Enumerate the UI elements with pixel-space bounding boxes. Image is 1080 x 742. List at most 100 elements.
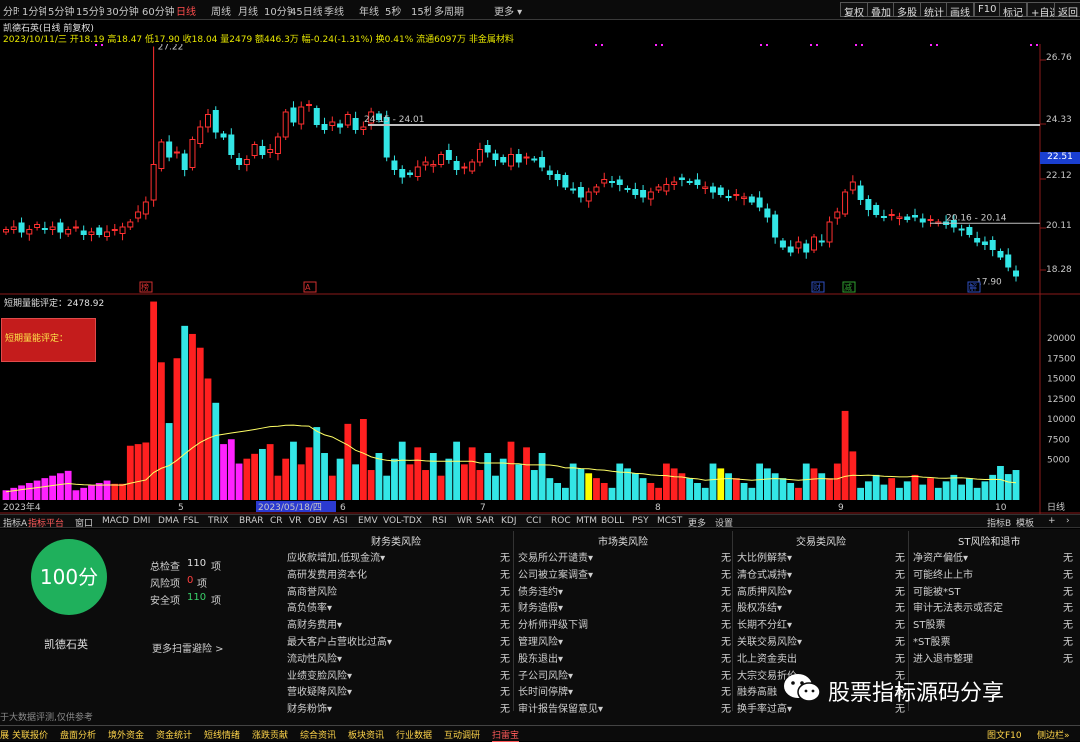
bottom-tab-11[interactable]: 扫雷宝 xyxy=(492,728,520,742)
bottom-tab-4[interactable]: 资金统计 xyxy=(156,728,192,741)
indicator-tab-24[interactable]: MCST xyxy=(657,516,682,526)
risk-item[interactable]: 交易所公开谴责▾ xyxy=(518,549,593,564)
indicator-tab-12[interactable]: ASI xyxy=(333,516,348,526)
timeframe-13[interactable]: 5秒 xyxy=(385,3,405,18)
timeframe-8[interactable]: 月线 xyxy=(238,3,262,18)
bottom-tab-8[interactable]: 板块资讯 xyxy=(348,728,384,741)
toolbar-btn-0[interactable]: 复权 xyxy=(840,2,868,19)
risk-item[interactable]: 分析师评级下调 xyxy=(518,616,588,631)
risk-item[interactable]: 债务违约▾ xyxy=(518,583,563,598)
indicator-tab-23[interactable]: PSY xyxy=(632,516,649,526)
bottom-tab-10[interactable]: 互动调研 xyxy=(444,728,480,741)
indicator-tab-16[interactable]: WR xyxy=(457,516,472,526)
timeframe-15[interactable]: 多周期 xyxy=(434,3,464,18)
indicator-tab-15[interactable]: RSI xyxy=(432,516,447,526)
kline-chart[interactable]: 27.2224.15 - 24.0120.16 - 20.1417.90榜 A 财减… xyxy=(0,44,1080,514)
timeframe-10[interactable]: 45日线 xyxy=(290,3,322,18)
risk-item[interactable]: 进入退市整理 xyxy=(913,650,973,665)
risk-item[interactable]: 财务造假▾ xyxy=(518,599,563,614)
toolbar-btn-4[interactable]: 画线 xyxy=(946,2,974,19)
timeframe-4[interactable]: 30分钟 xyxy=(106,3,140,18)
timeframe-9[interactable]: 10分钟 xyxy=(264,3,292,18)
more-scan-link[interactable]: 更多扫雷避险 > xyxy=(152,640,224,655)
tab-scroll-right-icon[interactable]: › xyxy=(1066,516,1070,526)
tab-add-icon[interactable]: + xyxy=(1048,516,1056,526)
indicator-tab-2[interactable]: 窗口 xyxy=(75,516,93,529)
risk-item[interactable]: 高负债率▾ xyxy=(287,599,332,614)
indicator-tab-17[interactable]: SAR xyxy=(476,516,494,526)
indicator-tab-0[interactable]: 指标A xyxy=(3,516,27,529)
risk-item[interactable]: 审计无法表示或否定 xyxy=(913,599,1003,614)
bottom-right-0[interactable]: 图文F10 xyxy=(987,728,1022,741)
indicator-tab-4[interactable]: DMI xyxy=(133,516,150,526)
bottom-tab-6[interactable]: 涨跌贡献 xyxy=(252,728,288,741)
timeframe-16[interactable]: 更多 ▾ xyxy=(494,3,524,18)
bottom-right-1[interactable]: 侧边栏» xyxy=(1037,728,1070,741)
indicator-right-1[interactable]: 模板 xyxy=(1016,516,1034,529)
bottom-tab-3[interactable]: 境外资金 xyxy=(108,728,144,741)
risk-item[interactable]: 高财务费用▾ xyxy=(287,616,342,631)
indicator-tab-7[interactable]: TRIX xyxy=(208,516,229,526)
risk-item[interactable]: 可能被*ST xyxy=(913,583,960,598)
indicator-tab-3[interactable]: MACD xyxy=(102,516,129,526)
toolbar-btn-8[interactable]: 返回 xyxy=(1054,2,1080,19)
timeframe-0[interactable]: 分时 xyxy=(3,3,19,18)
timeframe-6[interactable]: 日线 xyxy=(176,3,198,18)
timeframe-1[interactable]: 1分钟 xyxy=(22,3,46,18)
toolbar-btn-5[interactable]: F10 xyxy=(974,2,1001,17)
toolbar-btn-1[interactable]: 叠加 xyxy=(867,2,895,19)
timeframe-5[interactable]: 60分钟 xyxy=(142,3,174,18)
risk-item[interactable]: *ST股票 xyxy=(913,633,950,648)
risk-item[interactable]: 高商誉风险 xyxy=(287,583,337,598)
indicator-tab-11[interactable]: OBV xyxy=(308,516,327,526)
indicator-tab-8[interactable]: BRAR xyxy=(239,516,263,526)
indicator-tab-20[interactable]: ROC xyxy=(551,516,571,526)
risk-item[interactable]: 审计报告保留意见▾ xyxy=(518,700,603,715)
risk-item[interactable]: 大比例解禁▾ xyxy=(737,549,792,564)
risk-item[interactable]: 应收款增加,低现金流▾ xyxy=(287,549,385,564)
risk-item[interactable]: 子公司风险▾ xyxy=(518,667,573,682)
risk-item[interactable]: 股权冻结▾ xyxy=(737,599,782,614)
risk-item[interactable]: 管理风险▾ xyxy=(518,633,563,648)
timeframe-14[interactable]: 15秒 xyxy=(411,3,431,18)
timeframe-7[interactable]: 周线 xyxy=(211,3,235,18)
risk-item[interactable]: 清仓式减持▾ xyxy=(737,566,792,581)
indicator-tab-22[interactable]: BOLL xyxy=(601,516,624,526)
toolbar-btn-2[interactable]: 多股 xyxy=(893,2,921,19)
risk-item[interactable]: 净资产偏低▾ xyxy=(913,549,968,564)
indicator-tab-25[interactable]: 更多 xyxy=(688,516,706,529)
toolbar-btn-3[interactable]: 统计 xyxy=(920,2,948,19)
indicator-tab-18[interactable]: KDJ xyxy=(501,516,517,526)
risk-item[interactable]: 可能终止上市 xyxy=(913,566,973,581)
indicator-tab-1[interactable]: 指标平台 xyxy=(28,516,64,529)
indicator-tab-5[interactable]: DMA xyxy=(158,516,179,526)
timeframe-12[interactable]: 年线 xyxy=(359,3,383,18)
risk-item[interactable]: 最大客户占营收比过高▾ xyxy=(287,633,392,648)
risk-item[interactable]: 长时间停牌▾ xyxy=(518,683,573,698)
indicator-tab-10[interactable]: VR xyxy=(289,516,301,526)
risk-item[interactable]: 北上资金卖出 xyxy=(737,650,797,665)
indicator-tab-26[interactable]: 设置 xyxy=(715,516,733,529)
bottom-tab-1[interactable]: 关联报价 xyxy=(12,728,48,741)
bottom-tab-2[interactable]: 盘面分析 xyxy=(60,728,96,741)
risk-item[interactable]: 长期不分红▾ xyxy=(737,616,792,631)
indicator-tab-13[interactable]: EMV xyxy=(358,516,378,526)
risk-item[interactable]: ST股票 xyxy=(913,616,945,631)
indicator-tab-14[interactable]: VOL-TDX xyxy=(383,516,422,526)
bottom-tab-0[interactable]: 展 xyxy=(0,728,9,741)
indicator-tab-6[interactable]: FSL xyxy=(183,516,199,526)
timeframe-2[interactable]: 5分钟 xyxy=(48,3,74,18)
risk-item[interactable]: 流动性风险▾ xyxy=(287,650,342,665)
risk-item[interactable]: 高研发费用资本化 xyxy=(287,566,367,581)
bottom-tab-9[interactable]: 行业数据 xyxy=(396,728,432,741)
risk-item[interactable]: 公司被立案调查▾ xyxy=(518,566,593,581)
toolbar-btn-6[interactable]: 标记 xyxy=(999,2,1027,19)
timeframe-3[interactable]: 15分钟 xyxy=(76,3,104,18)
risk-item[interactable]: 高质押风险▾ xyxy=(737,583,792,598)
risk-item[interactable]: 关联交易风险▾ xyxy=(737,633,802,648)
bottom-tab-5[interactable]: 短线情绪 xyxy=(204,728,240,741)
risk-item[interactable]: 业绩变脸风险▾ xyxy=(287,667,352,682)
indicator-tab-21[interactable]: MTM xyxy=(576,516,597,526)
indicator-right-0[interactable]: 指标B xyxy=(987,516,1011,529)
risk-item[interactable]: 财务粉饰▾ xyxy=(287,700,332,715)
